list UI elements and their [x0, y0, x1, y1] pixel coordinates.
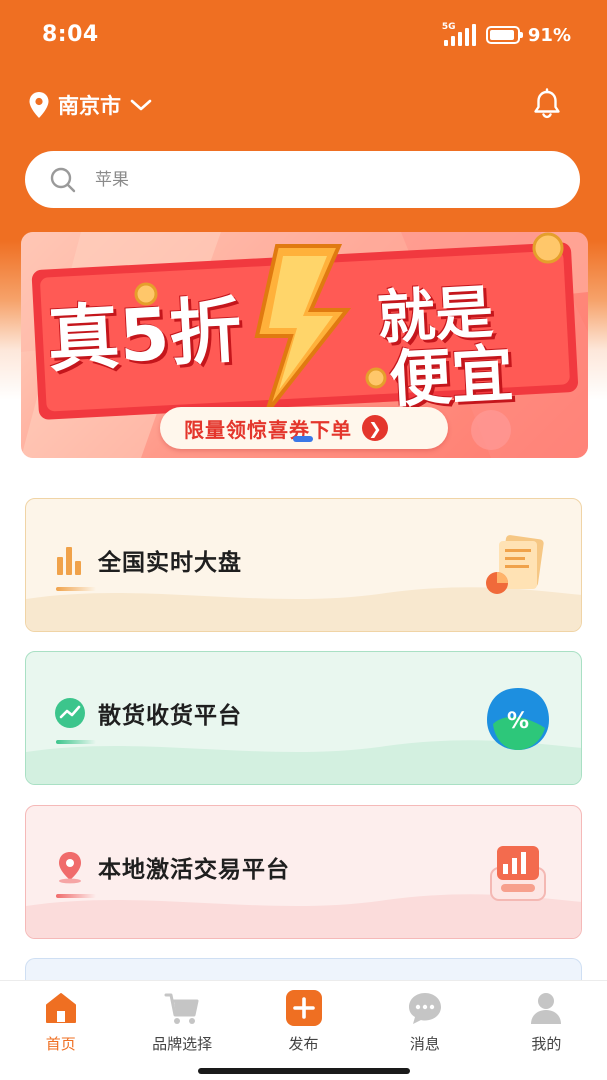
status-indicators: 5G 91% — [442, 22, 571, 48]
user-icon — [531, 993, 562, 1024]
card-national-market[interactable]: 全国实时大盘 — [25, 498, 582, 632]
percent-badge-illustration: % — [487, 688, 549, 750]
tab-home[interactable]: 首页 — [0, 981, 121, 1080]
card-accent-line — [56, 894, 96, 898]
tab-label: 消息 — [409, 1035, 440, 1053]
card-title: 本地激活交易平台 — [98, 857, 290, 883]
search-icon — [50, 167, 76, 192]
banner-cta-label: 限量领惊喜券下单 — [184, 417, 352, 442]
cart-icon — [164, 993, 199, 1024]
tab-label: 首页 — [45, 1035, 76, 1053]
banner-title-left: 真5折 — [45, 287, 244, 383]
bottom-tab-bar: 首页 品牌选择 发布 消息 我的 — [0, 980, 607, 1080]
bell-icon[interactable] — [531, 88, 563, 120]
tab-profile[interactable]: 我的 — [486, 981, 607, 1080]
card-bulk-purchase[interactable]: 散货收货平台 % — [25, 651, 582, 785]
banner-title-right-2: 便宜 — [387, 336, 516, 417]
home-indicator[interactable] — [198, 1068, 410, 1074]
plus-icon — [285, 990, 322, 1026]
map-pin-icon — [59, 852, 81, 884]
location-pin-icon — [29, 92, 49, 118]
trading-box-illustration — [490, 846, 546, 901]
city-selector[interactable]: 南京市 — [28, 90, 153, 120]
home-icon — [45, 993, 76, 1023]
bar-chart-icon — [57, 547, 81, 575]
carousel-indicator — [293, 436, 313, 442]
document-chart-illustration — [486, 535, 544, 594]
card-accent-line — [56, 587, 96, 591]
svg-text:%: % — [507, 709, 529, 734]
chat-icon — [408, 993, 441, 1024]
card-title: 散货收货平台 — [98, 703, 242, 729]
tab-messages[interactable]: 消息 — [364, 981, 485, 1080]
search-input[interactable] — [95, 169, 515, 190]
tab-label: 品牌选择 — [152, 1035, 213, 1053]
tab-publish[interactable]: 发布 — [243, 981, 364, 1080]
card-title: 全国实时大盘 — [98, 550, 242, 576]
tab-brand-select[interactable]: 品牌选择 — [121, 981, 242, 1080]
city-name: 南京市 — [58, 94, 121, 118]
trend-line-icon — [55, 698, 85, 728]
status-bar: 8:04 5G 91% — [0, 0, 607, 72]
card-local-trading[interactable]: 本地激活交易平台 — [25, 805, 582, 939]
tab-label: 我的 — [531, 1035, 562, 1053]
search-bar[interactable] — [25, 151, 580, 208]
battery-icon — [485, 26, 523, 44]
battery-percent: 91% — [527, 24, 571, 46]
chevron-down-icon — [130, 99, 152, 111]
card-accent-line — [56, 740, 96, 744]
network-type: 5G — [441, 22, 456, 32]
status-time: 8:04 — [42, 22, 99, 47]
signal-icon: 5G — [442, 22, 478, 48]
chevron-right-icon: ❯ — [362, 415, 388, 441]
banner-cta-button[interactable]: 限量领惊喜券下单 ❯ — [160, 407, 448, 449]
tab-label: 发布 — [288, 1035, 319, 1053]
